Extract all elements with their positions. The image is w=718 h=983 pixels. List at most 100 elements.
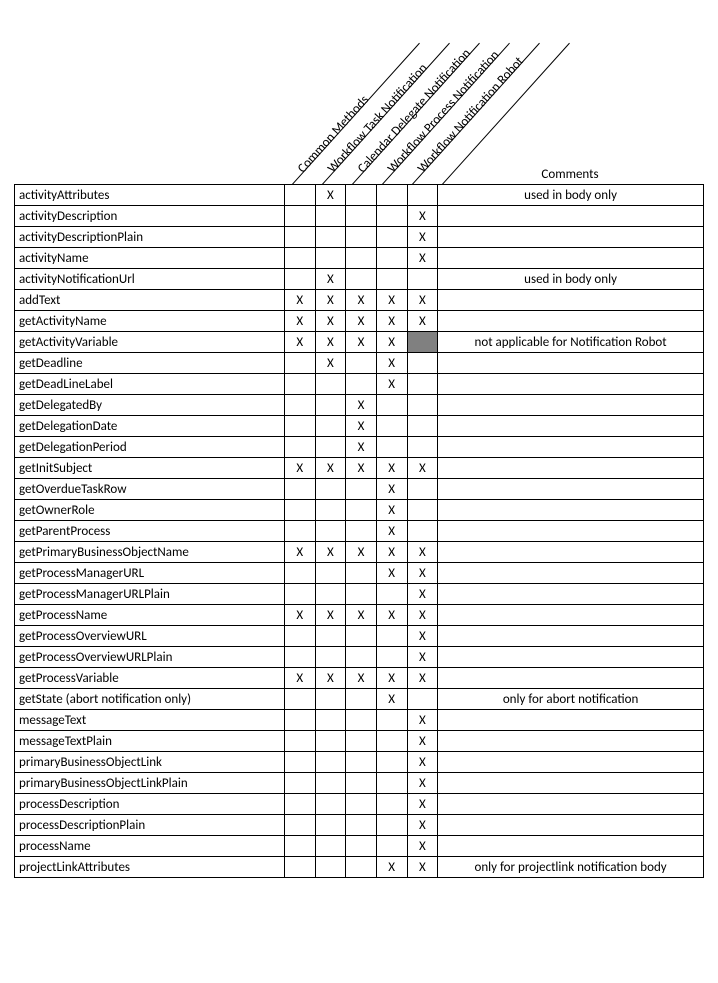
- mark-cell: [376, 416, 407, 437]
- mark-cell: [407, 479, 438, 500]
- mark-cell: X: [407, 206, 438, 227]
- method-name-cell: activityAttributes: [15, 185, 285, 206]
- table-row: getParentProcessX: [15, 521, 704, 542]
- mark-cell: [315, 710, 346, 731]
- table-row: getPrimaryBusinessObjectNameXXXXX: [15, 542, 704, 563]
- mark-cell: [407, 269, 438, 290]
- method-name-cell: processDescription: [15, 794, 285, 815]
- table-row: activityNameX: [15, 248, 704, 269]
- mark-cell: [346, 479, 377, 500]
- mark-cell: X: [284, 290, 315, 311]
- mark-cell: X: [407, 836, 438, 857]
- mark-cell: [284, 500, 315, 521]
- table-row: processDescriptionPlainX: [15, 815, 704, 836]
- mark-cell: [315, 752, 346, 773]
- mark-cell: [315, 836, 346, 857]
- mark-cell: X: [376, 332, 407, 353]
- mark-cell: [346, 185, 377, 206]
- method-name-cell: messageText: [15, 710, 285, 731]
- mark-cell: [284, 773, 315, 794]
- mark-cell: [346, 794, 377, 815]
- mark-cell: X: [407, 227, 438, 248]
- method-name-cell: getProcessName: [15, 605, 285, 626]
- mark-cell: X: [284, 311, 315, 332]
- mark-cell: [376, 269, 407, 290]
- mark-cell: [346, 857, 377, 878]
- method-name-cell: activityName: [15, 248, 285, 269]
- comment-cell: [438, 416, 704, 437]
- method-name-cell: getState (abort notification only): [15, 689, 285, 710]
- mark-cell: [284, 353, 315, 374]
- mark-cell: [376, 773, 407, 794]
- method-name-cell: primaryBusinessObjectLink: [15, 752, 285, 773]
- column-headers: Common Methods Workflow Task Notificatio…: [14, 14, 704, 184]
- mark-cell: X: [315, 290, 346, 311]
- table-row: getState (abort notification only)Xonly …: [15, 689, 704, 710]
- method-name-cell: activityNotificationUrl: [15, 269, 285, 290]
- mark-cell: X: [315, 353, 346, 374]
- mark-cell: X: [315, 458, 346, 479]
- comment-cell: [438, 542, 704, 563]
- mark-cell: [407, 185, 438, 206]
- mark-cell: X: [376, 479, 407, 500]
- mark-cell: [376, 437, 407, 458]
- mark-cell: X: [407, 311, 438, 332]
- mark-cell: [315, 857, 346, 878]
- mark-cell: [284, 248, 315, 269]
- mark-cell: [376, 206, 407, 227]
- mark-cell: X: [315, 668, 346, 689]
- comment-cell: [438, 290, 704, 311]
- mark-cell: [376, 395, 407, 416]
- mark-cell: [284, 710, 315, 731]
- method-name-cell: getPrimaryBusinessObjectName: [15, 542, 285, 563]
- mark-cell: X: [376, 458, 407, 479]
- comment-cell: [438, 206, 704, 227]
- comment-cell: [438, 647, 704, 668]
- comment-cell: [438, 353, 704, 374]
- mark-cell: [376, 752, 407, 773]
- mark-cell: X: [376, 500, 407, 521]
- mark-cell: X: [407, 710, 438, 731]
- table-row: getProcessOverviewURL X: [15, 626, 704, 647]
- table-row: primaryBusinessObjectLinkX: [15, 752, 704, 773]
- mark-cell: [284, 416, 315, 437]
- table-row: getProcessOverviewURLPlainX: [15, 647, 704, 668]
- comment-cell: [438, 626, 704, 647]
- mark-cell: [376, 815, 407, 836]
- mark-cell: [346, 689, 377, 710]
- comment-cell: [438, 752, 704, 773]
- mark-cell: [376, 626, 407, 647]
- method-name-cell: getDelegatedBy: [15, 395, 285, 416]
- comment-cell: [438, 458, 704, 479]
- table-row: activityNotificationUrlXused in body onl…: [15, 269, 704, 290]
- comment-cell: [438, 605, 704, 626]
- method-name-cell: getProcessManagerURLPlain: [15, 584, 285, 605]
- comment-cell: [438, 311, 704, 332]
- table-row: getActivityNameXXXXX: [15, 311, 704, 332]
- mark-cell: X: [407, 857, 438, 878]
- mark-cell: [315, 626, 346, 647]
- method-name-cell: getProcessOverviewURLPlain: [15, 647, 285, 668]
- mark-cell: [315, 647, 346, 668]
- method-name-cell: getProcessOverviewURL: [15, 626, 285, 647]
- comment-cell: [438, 710, 704, 731]
- mark-cell: [315, 815, 346, 836]
- method-name-cell: activityDescription: [15, 206, 285, 227]
- mark-cell: [315, 584, 346, 605]
- mark-cell: X: [376, 353, 407, 374]
- mark-cell: X: [346, 605, 377, 626]
- mark-cell: [315, 227, 346, 248]
- mark-cell: X: [376, 668, 407, 689]
- mark-cell: [284, 437, 315, 458]
- mark-cell: X: [407, 626, 438, 647]
- method-name-cell: getDelegationPeriod: [15, 437, 285, 458]
- table-row: getProcessManagerURLXX: [15, 563, 704, 584]
- mark-cell: [376, 584, 407, 605]
- method-name-cell: getActivityVariable: [15, 332, 285, 353]
- mark-cell: [346, 731, 377, 752]
- mark-cell: X: [376, 290, 407, 311]
- mark-cell: X: [407, 290, 438, 311]
- mark-cell: [315, 395, 346, 416]
- mark-cell: [315, 248, 346, 269]
- mark-cell: X: [315, 542, 346, 563]
